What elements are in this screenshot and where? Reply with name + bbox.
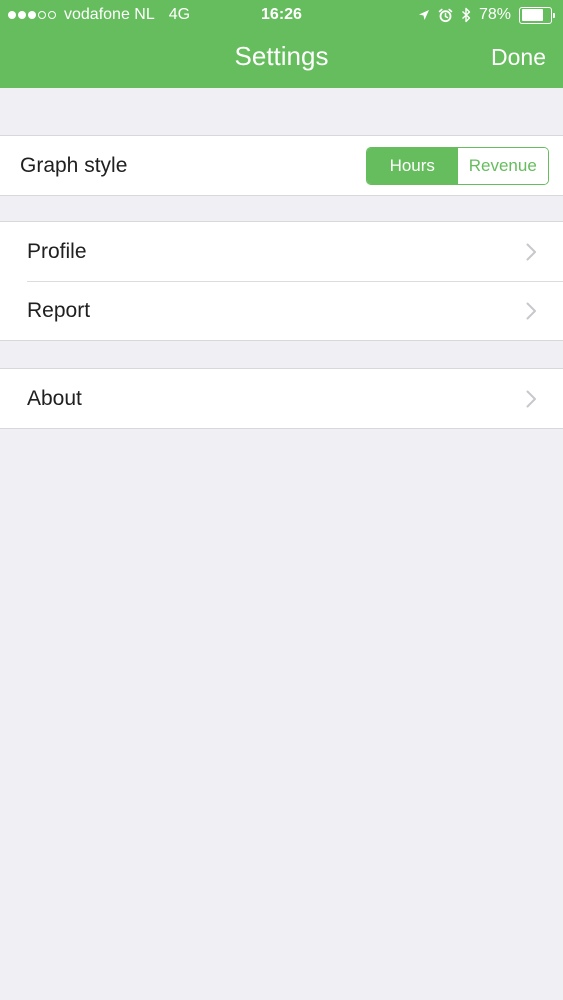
menu-item-profile[interactable]: Profile xyxy=(0,222,563,281)
menu-item-about[interactable]: About xyxy=(0,369,563,428)
segment-revenue[interactable]: Revenue xyxy=(457,147,548,184)
segment-hours[interactable]: Hours xyxy=(367,147,458,184)
chevron-right-icon xyxy=(526,390,536,407)
menu-item-label: About xyxy=(27,386,82,410)
location-arrow-icon xyxy=(418,10,429,20)
bluetooth-icon xyxy=(461,7,471,23)
done-button[interactable]: Done xyxy=(491,40,546,74)
battery-fill xyxy=(521,9,544,21)
status-bar: vodafone NL 4G 16:26 78% xyxy=(0,0,563,30)
battery-icon xyxy=(519,6,555,24)
status-right: 78% xyxy=(418,0,555,30)
graph-style-label: Graph style xyxy=(20,153,128,177)
alarm-clock-icon xyxy=(438,8,453,22)
menu-item-label: Report xyxy=(27,298,91,322)
chevron-right-icon xyxy=(526,243,536,260)
account-section: Profile Report xyxy=(0,221,563,341)
page-title: Settings xyxy=(234,41,329,71)
battery-percent: 78% xyxy=(478,6,511,23)
graph-style-row: Graph style Hours Revenue xyxy=(0,136,563,195)
graph-style-section: Graph style Hours Revenue xyxy=(0,135,563,196)
menu-item-label: Profile xyxy=(27,239,87,263)
menu-item-report[interactable]: Report xyxy=(0,281,563,340)
about-section: About xyxy=(0,368,563,429)
chevron-right-icon xyxy=(526,302,536,319)
graph-style-segmented-control[interactable]: Hours Revenue xyxy=(366,146,549,185)
navigation-bar: vodafone NL 4G 16:26 78% Settings Done xyxy=(0,0,563,88)
